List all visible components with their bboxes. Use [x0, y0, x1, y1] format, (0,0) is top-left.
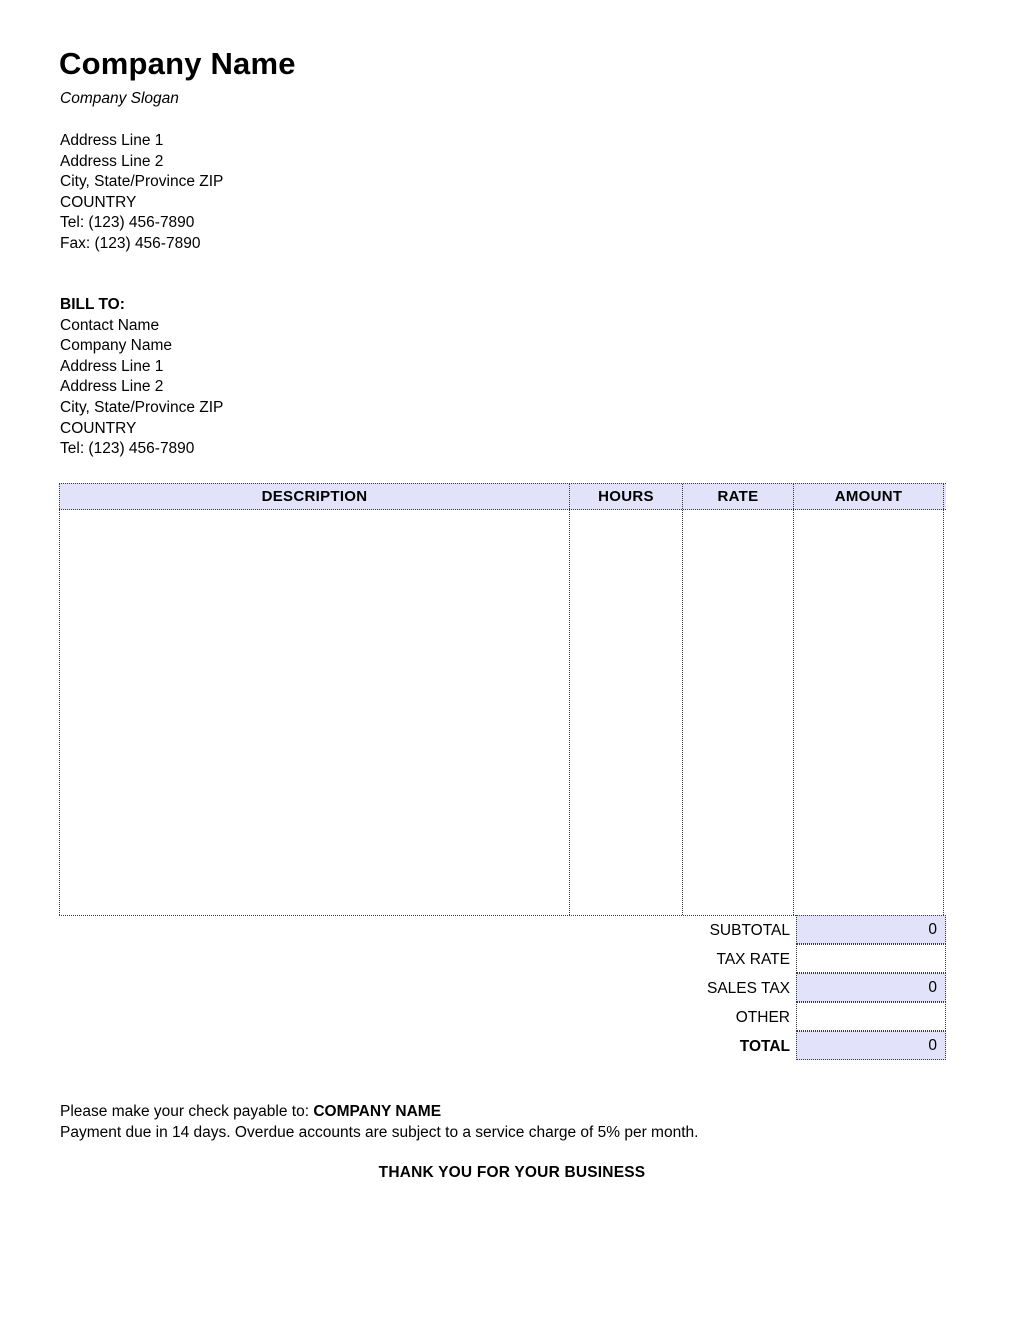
sender-fax: Fax: (123) 456-7890	[60, 234, 201, 252]
sales-tax-value[interactable]: 0	[796, 973, 946, 1002]
totals-row-other: OTHER	[684, 1002, 946, 1032]
payable-to-line: Please make your check payable to: COMPA…	[60, 1101, 698, 1122]
totals-row-tax-rate: TAX RATE	[684, 944, 946, 974]
payment-terms: Payment due in 14 days. Overdue accounts…	[60, 1124, 699, 1141]
payable-to-company: COMPANY NAME	[313, 1103, 442, 1120]
table-body-empty	[59, 510, 946, 916]
thank-you-message: THANK YOU FOR YOUR BUSINESS	[378, 1164, 646, 1181]
bill-to-company-name: Company Name	[60, 337, 172, 355]
line-items-hours-column[interactable]	[569, 510, 683, 915]
tax-rate-label: TAX RATE	[684, 945, 796, 974]
line-items-amount-column[interactable]	[793, 510, 944, 915]
bill-to-address-line: Address Line 1	[60, 357, 164, 375]
line-items-rate-column[interactable]	[682, 510, 794, 915]
payable-to-prefix: Please make your check payable to:	[60, 1103, 314, 1120]
column-header-hours: HOURS	[569, 484, 683, 509]
totals-panel: SUBTOTAL 0 TAX RATE SALES TAX 0 OTHER TO…	[684, 915, 946, 1061]
totals-row-total: TOTAL 0	[684, 1031, 946, 1061]
total-label: TOTAL	[684, 1032, 796, 1061]
bill-to-country: COUNTRY	[60, 419, 137, 437]
totals-row-sales-tax: SALES TAX 0	[684, 973, 946, 1003]
tax-rate-value[interactable]	[796, 944, 946, 973]
bill-to-contact-name: Contact Name	[60, 316, 160, 334]
totals-row-subtotal: SUBTOTAL 0	[684, 915, 946, 945]
invoice-page: Company Name Company Slogan Address Line…	[0, 0, 1024, 1325]
other-label: OTHER	[684, 1003, 796, 1032]
sender-address-line: City, State/Province ZIP	[60, 173, 224, 191]
company-name: Company Name	[59, 46, 296, 81]
sender-address-line: Address Line 1	[60, 132, 164, 149]
sender-address-line: Address Line 2	[60, 152, 164, 170]
bill-to-phone: Tel: (123) 456-7890	[60, 440, 195, 458]
payment-instructions: Please make your check payable to: COMPA…	[60, 1101, 698, 1143]
sender-phone: Tel: (123) 456-7890	[60, 214, 195, 232]
sales-tax-label: SALES TAX	[684, 974, 796, 1003]
column-header-rate: RATE	[682, 484, 794, 509]
other-value[interactable]	[796, 1002, 946, 1031]
bill-to-address-line: Address Line 2	[60, 378, 164, 396]
column-header-amount: AMOUNT	[793, 484, 944, 509]
sender-address-line: COUNTRY	[60, 193, 137, 211]
line-items-description-column[interactable]	[59, 510, 570, 915]
total-value[interactable]: 0	[796, 1031, 946, 1060]
bill-to-block: BILL TO: Contact Name Company Name Addre…	[60, 295, 223, 460]
line-items-table: DESCRIPTION HOURS RATE AMOUNT	[59, 483, 946, 916]
bill-to-address-line: City, State/Province ZIP	[60, 398, 224, 416]
table-header-row: DESCRIPTION HOURS RATE AMOUNT	[59, 483, 946, 510]
sender-address-block: Address Line 1 Address Line 2 City, Stat…	[60, 131, 223, 255]
subtotal-value[interactable]: 0	[796, 915, 946, 944]
column-header-description: DESCRIPTION	[59, 484, 570, 509]
company-slogan: Company Slogan	[60, 90, 179, 107]
bill-to-label: BILL TO:	[60, 296, 125, 313]
subtotal-label: SUBTOTAL	[684, 916, 796, 945]
